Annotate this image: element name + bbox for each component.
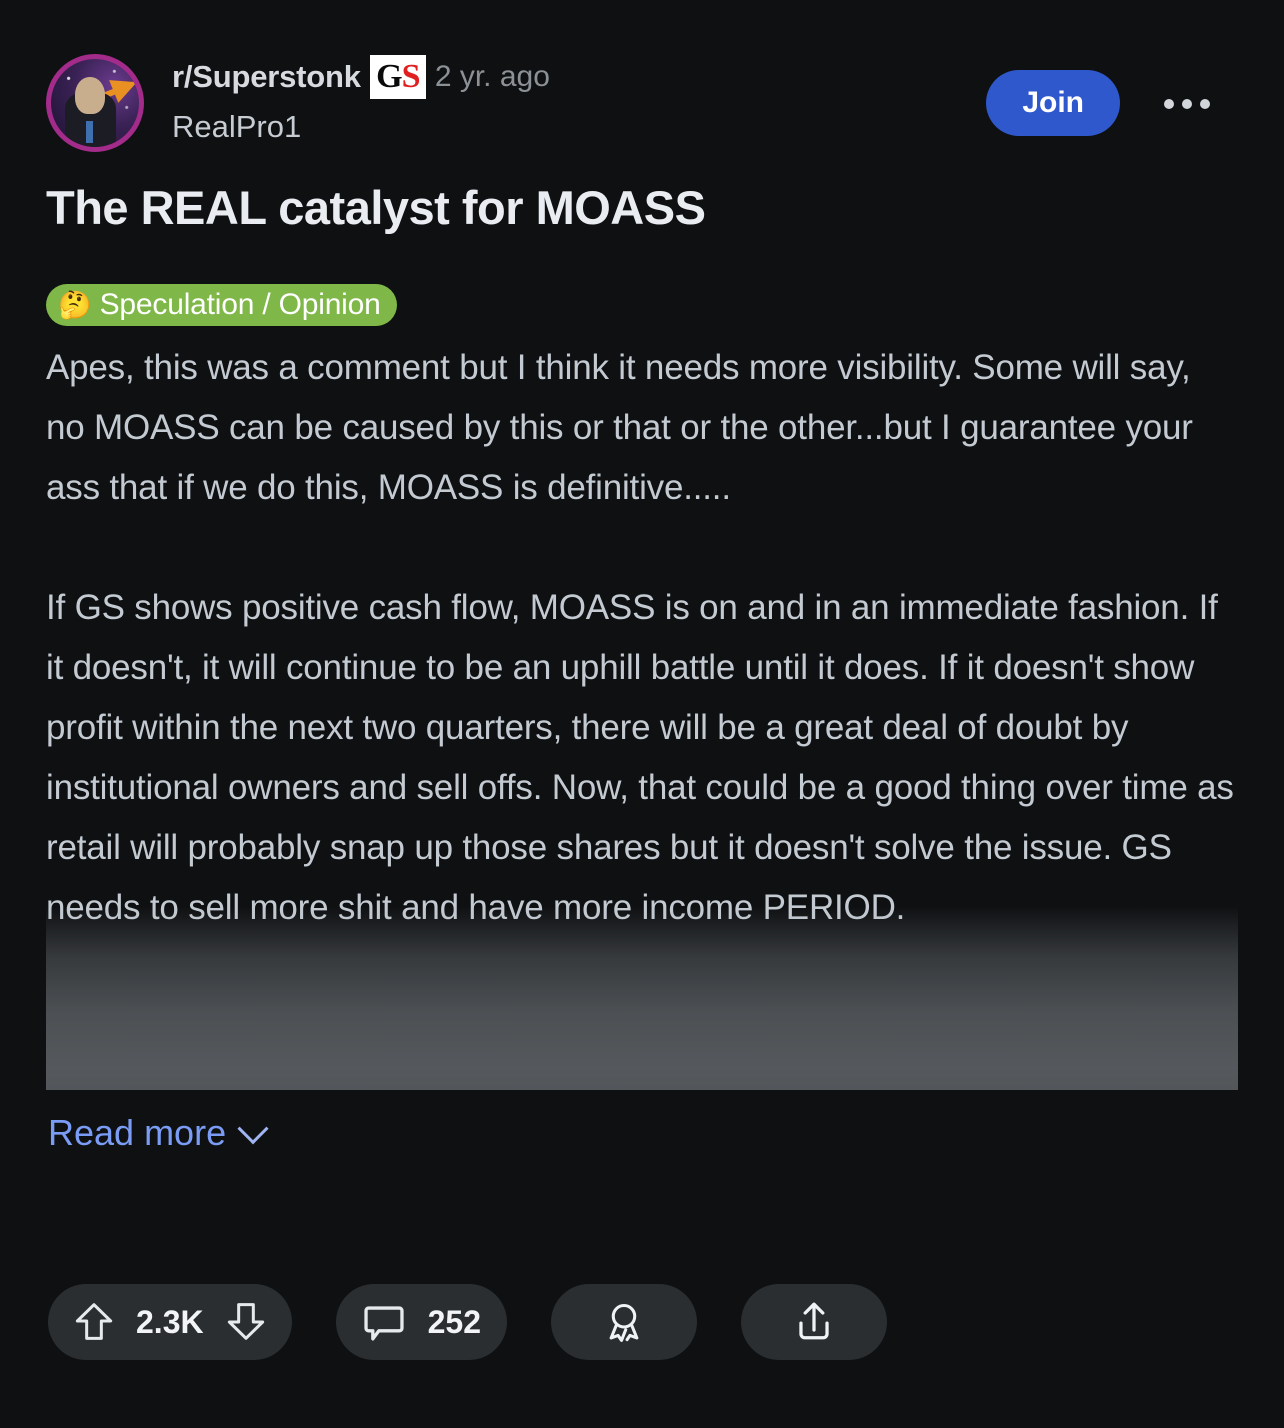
reddit-post-card: r/Superstonk GS 2 yr. ago RealPro1 Join … xyxy=(0,0,1284,1428)
post-meta: r/Superstonk GS 2 yr. ago RealPro1 xyxy=(172,52,550,145)
comments-button[interactable]: 252 xyxy=(335,1284,507,1360)
read-more-label: Read more xyxy=(48,1112,227,1153)
read-more-button[interactable]: Read more xyxy=(48,1112,269,1154)
upvote-button[interactable] xyxy=(74,1300,114,1344)
subreddit-name[interactable]: r/Superstonk xyxy=(172,59,361,95)
award-rosette-icon xyxy=(609,1303,639,1342)
avatar-tie-icon xyxy=(86,121,94,144)
post-body-text: Apes, this was a comment but I think it … xyxy=(46,348,1234,927)
post-body[interactable]: Apes, this was a comment but I think it … xyxy=(46,338,1238,1090)
overflow-dot xyxy=(1164,99,1174,109)
join-button[interactable]: Join xyxy=(986,70,1120,136)
overflow-dot xyxy=(1200,99,1210,109)
thinking-face-icon: 🤔 xyxy=(58,289,92,320)
post-header: r/Superstonk GS 2 yr. ago RealPro1 Join xyxy=(46,52,1238,160)
upvote-arrow-icon xyxy=(75,1303,113,1340)
community-badge-icon: GS xyxy=(369,55,426,99)
comment-bubble-icon xyxy=(363,1306,404,1341)
award-button[interactable] xyxy=(550,1284,697,1360)
avatar-head-icon xyxy=(74,76,105,114)
overflow-menu-icon[interactable] xyxy=(1156,82,1218,126)
share-button[interactable] xyxy=(740,1284,887,1360)
post-title[interactable]: The REAL catalyst for MOASS xyxy=(46,180,1226,235)
upvote-count: 2.3K xyxy=(136,1303,204,1340)
post-meta-primary-line: r/Superstonk GS 2 yr. ago xyxy=(172,52,550,102)
community-badge-letter-g: G xyxy=(376,58,402,95)
post-flair-badge[interactable]: 🤔 Speculation / Opinion xyxy=(46,284,397,326)
overflow-dot xyxy=(1182,99,1192,109)
comment-count: 252 xyxy=(427,1303,481,1340)
downvote-button[interactable] xyxy=(226,1300,266,1344)
downvote-arrow-icon xyxy=(227,1303,264,1340)
post-action-bar: 2.3K 252 xyxy=(48,1284,887,1360)
community-badge-letter-s: S xyxy=(401,58,421,95)
post-author[interactable]: RealPro1 xyxy=(172,109,550,145)
chevron-down-icon xyxy=(237,1113,269,1145)
vote-pill: 2.3K xyxy=(48,1284,292,1360)
post-flair-label: Speculation / Opinion xyxy=(99,288,381,321)
avatar[interactable] xyxy=(46,54,144,152)
post-timestamp: 2 yr. ago xyxy=(434,60,550,93)
share-upload-icon xyxy=(799,1302,829,1340)
